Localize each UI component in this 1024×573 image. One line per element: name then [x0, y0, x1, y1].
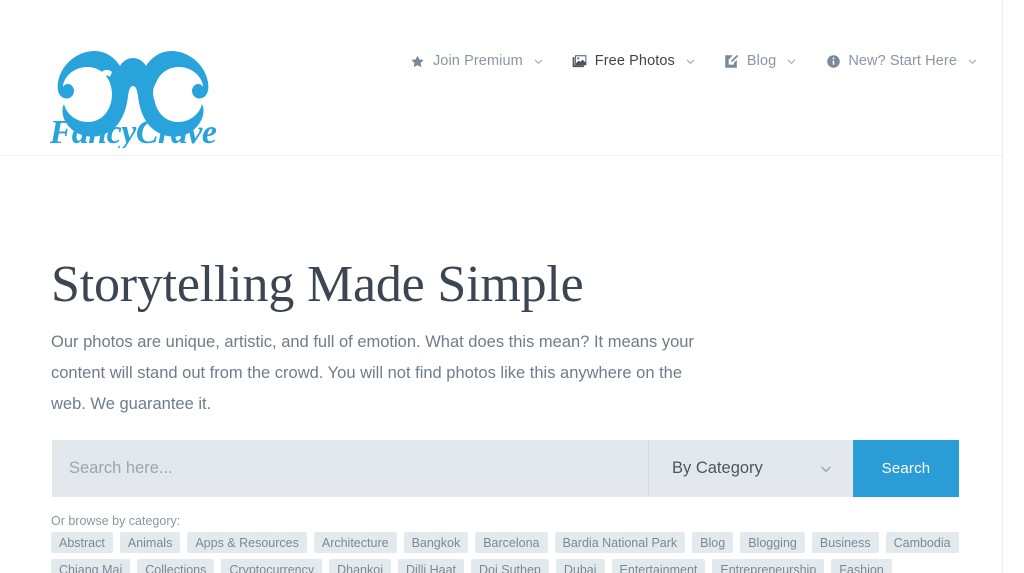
category-tag[interactable]: Entertainment — [611, 559, 706, 573]
search-input[interactable] — [52, 440, 649, 497]
fancycrave-logo[interactable]: FancyCrave — [50, 38, 216, 148]
category-tag[interactable]: Dhankoi — [329, 559, 391, 573]
category-tag[interactable]: Cryptocurrency — [221, 559, 323, 573]
nav-item-blog[interactable]: Blog — [724, 49, 797, 73]
search-bar: By Category Search — [52, 440, 959, 497]
nav-label: New? Start Here — [848, 53, 957, 69]
category-tag[interactable]: Doi Suthep — [471, 559, 549, 573]
info-icon — [825, 53, 841, 69]
svg-text:FancyCrave: FancyCrave — [50, 114, 216, 148]
page-title: Storytelling Made Simple — [51, 256, 584, 313]
nav-label: Blog — [746, 53, 777, 69]
site-content-area: FancyCrave Join Premium Free Photos Blog… — [0, 0, 1003, 573]
page-root: FancyCrave Join Premium Free Photos Blog… — [0, 0, 1024, 573]
category-tag[interactable]: Blogging — [740, 532, 805, 553]
hero-description: Our photos are unique, artistic, and ful… — [51, 333, 694, 413]
category-tag[interactable]: Fashion — [831, 559, 892, 573]
category-tag[interactable]: Cambodia — [885, 532, 959, 553]
category-tag[interactable]: Collections — [137, 559, 215, 573]
main-navigation: Join Premium Free Photos Blog New? Start… — [382, 49, 978, 73]
category-tag[interactable]: Business — [811, 532, 879, 553]
photos-icon — [572, 53, 588, 69]
category-tag-cloud: Abstract Animals Apps & Resources Architect… — [51, 532, 959, 573]
category-tag[interactable]: Bardia National Park — [554, 532, 686, 553]
chevron-down-icon[interactable] — [819, 462, 833, 476]
browse-by-category-label: Or browse by category: — [51, 514, 181, 528]
star-icon — [410, 53, 426, 69]
nav-item-free-photos[interactable]: Free Photos — [572, 49, 696, 73]
category-tag[interactable]: Entrepreneurship — [712, 559, 825, 573]
category-tag[interactable]: Bangkok — [403, 532, 469, 553]
category-tag[interactable]: Architecture — [313, 532, 397, 553]
chevron-down-icon[interactable] — [533, 56, 544, 67]
chevron-down-icon[interactable] — [685, 56, 696, 67]
chevron-down-icon[interactable] — [786, 56, 797, 67]
category-select-label: By Category — [672, 459, 763, 477]
category-tag[interactable]: Dubai — [555, 559, 605, 573]
search-button[interactable]: Search — [853, 440, 959, 497]
category-select[interactable]: By Category — [649, 440, 853, 497]
scrollbar-gutter[interactable] — [1004, 0, 1024, 573]
nav-item-new-start-here[interactable]: New? Start Here — [825, 49, 978, 73]
category-tag[interactable]: Barcelona — [475, 532, 548, 553]
category-tag[interactable]: Apps & Resources — [187, 532, 307, 553]
chevron-down-icon[interactable] — [967, 56, 978, 67]
edit-pencil-icon — [724, 53, 740, 69]
site-header: FancyCrave Join Premium Free Photos Blog… — [0, 0, 1002, 156]
category-tag[interactable]: Chiang Mai — [51, 559, 131, 573]
nav-label: Join Premium — [432, 53, 523, 69]
category-tag[interactable]: Abstract — [51, 532, 113, 553]
nav-label: Free Photos — [594, 53, 675, 69]
nav-item-join-premium[interactable]: Join Premium — [410, 49, 544, 73]
category-tag[interactable]: Dilli Haat — [398, 559, 465, 573]
category-tag[interactable]: Blog — [692, 532, 734, 553]
category-tag[interactable]: Animals — [119, 532, 181, 553]
